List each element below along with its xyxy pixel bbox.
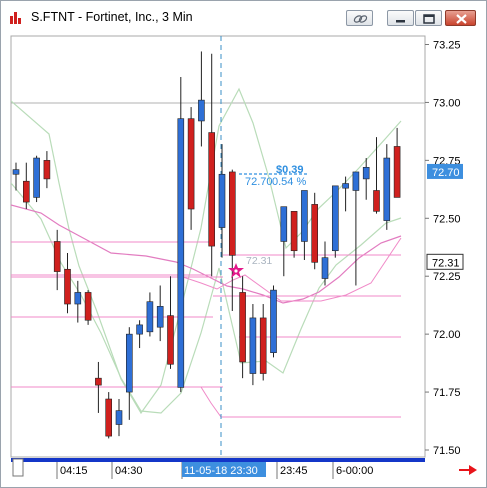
chart-area[interactable]: 72.31 $0.39 72.70 0.54 % 73.25 73.00 72.75 72.… — [1, 33, 486, 487]
candle-body — [373, 190, 380, 212]
candle-body — [239, 292, 246, 363]
candle-body — [177, 118, 185, 388]
candle[interactable] — [331, 185, 339, 258]
candle-body — [218, 173, 226, 228]
y-axis-label: 72.00 — [433, 329, 461, 341]
restore-icon — [423, 14, 435, 24]
y-axis-label: 71.50 — [433, 445, 461, 457]
y-axis-label: 73.25 — [433, 40, 461, 52]
candle-body — [321, 257, 329, 279]
x-axis-label: 04:15 — [60, 465, 88, 477]
candle-body — [136, 324, 143, 335]
candle[interactable] — [270, 285, 277, 358]
candle-body — [342, 183, 349, 189]
candle-body — [383, 157, 391, 221]
app-chart-icon — [10, 12, 21, 24]
candle-body — [393, 146, 401, 198]
candle-body — [43, 160, 51, 180]
candle-body — [33, 157, 40, 198]
candle-body — [249, 317, 257, 374]
candle-body — [156, 306, 164, 328]
candle[interactable] — [84, 290, 92, 325]
candle[interactable] — [33, 155, 40, 203]
candle[interactable] — [105, 392, 112, 439]
restore-button[interactable] — [415, 10, 442, 26]
x-axis-label: 6-00:00 — [336, 465, 373, 477]
candle-body — [74, 292, 82, 305]
candle-body — [362, 167, 370, 180]
candle[interactable] — [177, 76, 185, 393]
candle-body — [270, 289, 277, 353]
candle-body — [331, 185, 339, 252]
candle-body — [229, 171, 236, 256]
candle-body — [126, 333, 133, 393]
candle-body — [22, 180, 30, 203]
y-axis-label: 72.25 — [433, 271, 461, 283]
candle[interactable] — [290, 211, 298, 258]
candle-body — [259, 317, 267, 374]
candle-body — [280, 206, 288, 242]
cursor-price-label: 72.31 — [432, 257, 460, 269]
candle-body — [53, 241, 61, 272]
title-bar[interactable]: S.FTNT - Fortinet, Inc., 3 Min — [1, 1, 486, 33]
price-chart[interactable]: 72.31$0.3972.70 0.54 % 73.2573.0072.7572.… — [1, 33, 486, 487]
candle-body — [208, 132, 215, 247]
x-axis-label: 23:45 — [280, 465, 308, 477]
chart-window: S.FTNT - Fortinet, Inc., 3 Min 72.31 $0.… — [0, 0, 487, 488]
x-axis-label: 11-05-18 23:30 — [184, 465, 258, 477]
candle-body — [146, 301, 154, 333]
candle-body — [198, 99, 205, 122]
scroll-right-arrow-icon[interactable] — [459, 465, 477, 475]
last-price-label: 72.70 — [432, 167, 460, 179]
y-axis-label: 73.00 — [433, 97, 461, 109]
candle[interactable] — [311, 192, 319, 270]
candle-body — [115, 410, 123, 425]
candle-body — [12, 169, 20, 175]
y-axis-label: 71.75 — [433, 387, 461, 399]
y-axis-label: 72.50 — [433, 213, 461, 225]
link-icon — [353, 15, 368, 23]
time-scrollbar[interactable] — [11, 458, 425, 462]
plot-frame — [10, 35, 426, 458]
candle-body — [64, 268, 71, 305]
close-button[interactable] — [445, 10, 476, 26]
candle-body — [352, 171, 360, 191]
candle-body — [290, 211, 298, 252]
close-icon — [456, 14, 467, 24]
candle-body — [105, 398, 112, 437]
minimize-icon — [396, 20, 405, 23]
candle-body — [84, 292, 92, 321]
candle-body — [95, 377, 102, 386]
candle-body — [187, 118, 195, 210]
link-button[interactable] — [346, 10, 373, 26]
window-title: S.FTNT - Fortinet, Inc., 3 Min — [31, 10, 193, 24]
x-axis-label: 04:30 — [115, 465, 143, 477]
time-scrollbar-thumb[interactable] — [12, 458, 24, 477]
minimize-button[interactable] — [387, 10, 414, 26]
annotation-percent-label: 0.54 % — [272, 176, 306, 188]
marker-price-label: 72.31 — [246, 255, 272, 267]
candle-body — [301, 190, 308, 242]
candle-body — [311, 204, 319, 263]
annotation-price-label: 72.70 — [245, 176, 273, 188]
candle-body — [167, 315, 174, 365]
